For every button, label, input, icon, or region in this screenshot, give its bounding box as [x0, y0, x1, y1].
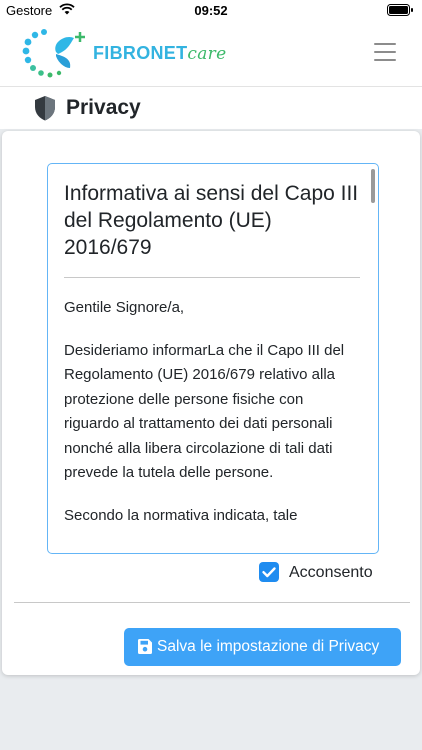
consent-label[interactable]: Acconsento [289, 564, 373, 582]
policy-paragraph: Gentile Signore/a, [64, 299, 185, 316]
privacy-card: Informativa ai sensi del Capo III del Re… [2, 131, 420, 675]
card-divider [14, 602, 410, 603]
policy-scroll-box[interactable]: Informativa ai sensi del Capo III del Re… [47, 163, 379, 554]
page-title: Privacy [66, 96, 141, 119]
hamburger-menu-icon[interactable] [374, 43, 396, 63]
consent-checkbox[interactable] [259, 562, 279, 582]
status-bar: Gestore 09:52 [0, 0, 422, 20]
brand-main: FIBRONET [93, 43, 188, 63]
navbar: FIBRONETcare [0, 20, 422, 87]
battery-icon [387, 4, 414, 19]
page-header: Privacy [0, 87, 422, 129]
policy-divider [64, 277, 360, 278]
checkmark-icon [262, 567, 276, 578]
brand-accent: care [187, 44, 227, 64]
brand-name: FIBRONETcare [93, 43, 226, 64]
fibronet-logo-icon [22, 28, 90, 85]
policy-paragraph: Secondo la normativa indicata, tale [64, 506, 298, 524]
floppy-disk-icon [138, 639, 152, 659]
policy-paragraph: Desideriamo informarLa che il Capo III d… [64, 341, 345, 482]
clock: 09:52 [194, 3, 228, 18]
save-privacy-button[interactable]: Salva le impostazione di Privacy [124, 628, 401, 666]
save-button-label: Salva le impostazione di Privacy [157, 638, 380, 655]
shield-icon [33, 95, 57, 126]
policy-title: Informativa ai sensi del Capo III del Re… [64, 182, 359, 259]
scrollbar-thumb[interactable] [371, 169, 375, 203]
